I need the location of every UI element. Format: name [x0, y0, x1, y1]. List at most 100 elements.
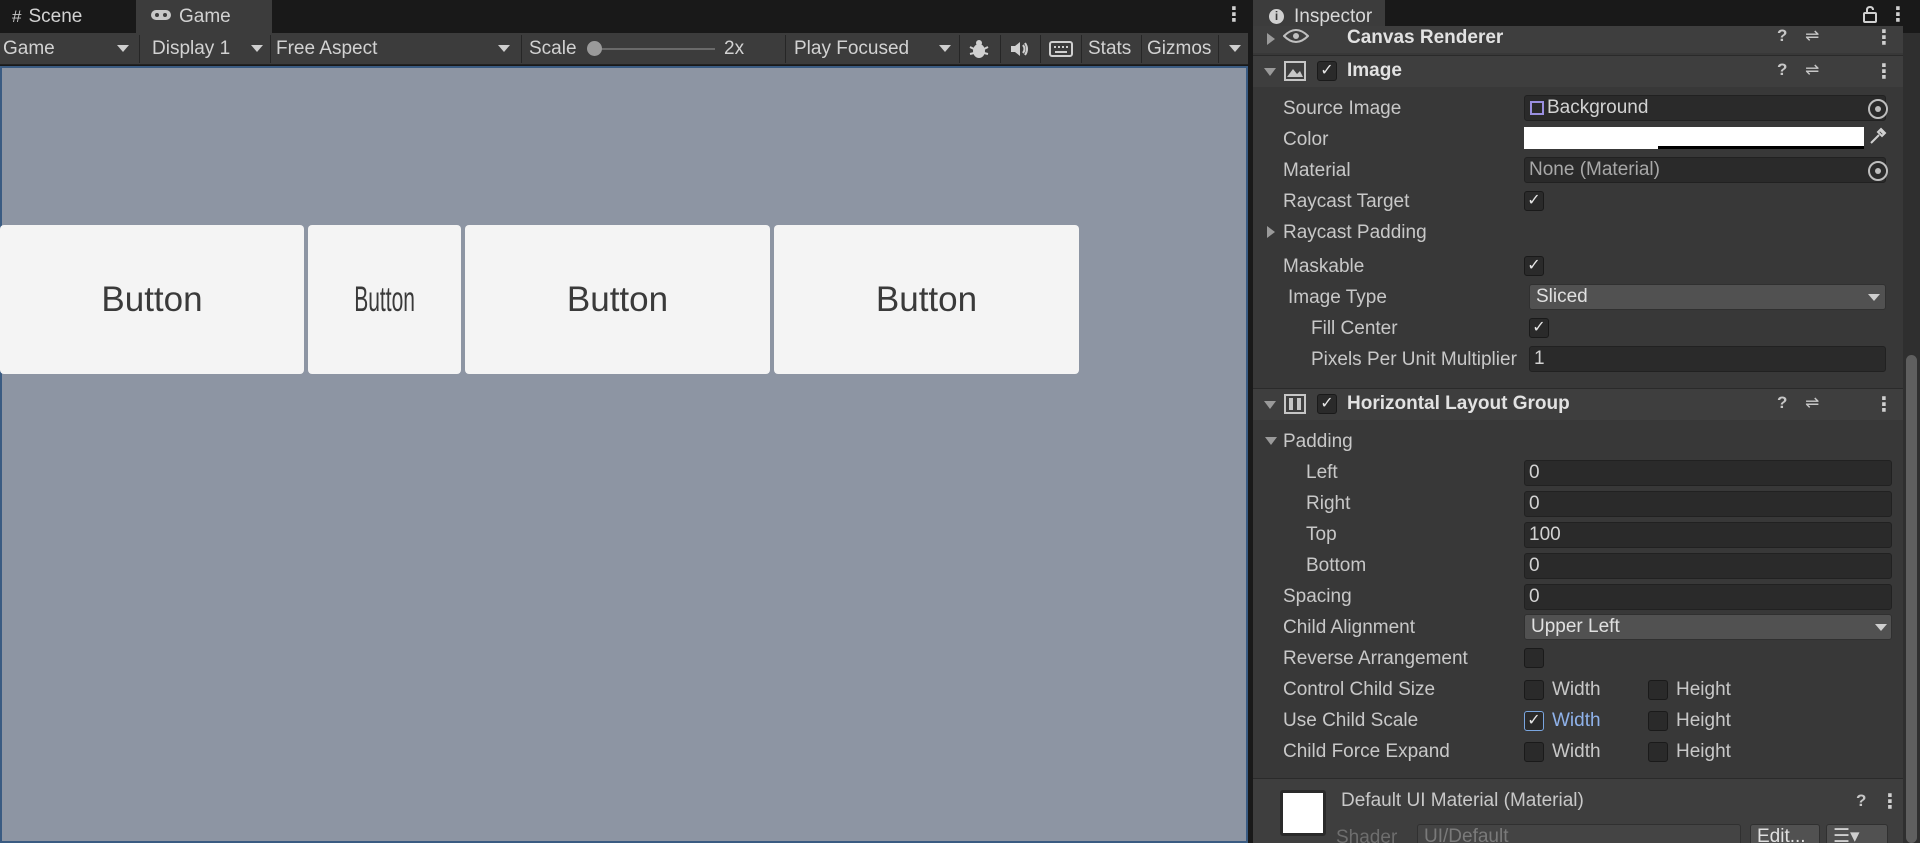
material-options-button[interactable]: ☰▾ [1826, 824, 1888, 843]
sprite-icon [1530, 101, 1544, 115]
reverse-arrangement-label: Reverse Arrangement [1283, 648, 1468, 669]
shader-dropdown[interactable]: UI/Default [1417, 824, 1741, 843]
tab-scene[interactable]: # Scene [0, 0, 136, 33]
scale-value-text: 2x [724, 37, 745, 59]
edit-shader-label: Edit... [1757, 826, 1806, 843]
tab-game[interactable]: Game [136, 0, 272, 33]
raycast-padding-label[interactable]: Raycast Padding [1283, 222, 1427, 244]
help-icon[interactable]: ? [1777, 26, 1787, 46]
toolbar-divider [1141, 35, 1142, 63]
raycast-padding-arrow-icon[interactable] [1267, 226, 1275, 238]
source-image-field[interactable]: Background [1524, 95, 1886, 121]
toolbar-divider [270, 35, 271, 63]
game-button-3-label: Button [566, 279, 669, 319]
hlg-enabled-checkbox[interactable]: ✓ [1317, 394, 1337, 414]
game-button-1[interactable]: Button [0, 225, 304, 374]
padding-top-label: Top [1306, 524, 1337, 545]
scale-slider-handle[interactable] [587, 41, 602, 56]
inspector-scrollbar-thumb[interactable] [1906, 355, 1917, 843]
collapse-arrow-icon[interactable] [1264, 401, 1276, 409]
game-dropdown-caret-icon [117, 45, 129, 52]
object-picker-icon[interactable] [1868, 99, 1888, 119]
gizmos-button[interactable]: Gizmos [1147, 33, 1211, 64]
child-force-expand-height-checkbox[interactable] [1648, 742, 1668, 762]
game-viewport[interactable]: Button Button Button Button [0, 66, 1248, 843]
control-child-size-width-checkbox[interactable] [1524, 680, 1544, 700]
component-menu-icon[interactable]: ⋮ [1874, 62, 1894, 82]
aspect-dropdown[interactable]: Free Aspect [276, 33, 377, 64]
padding-top-field[interactable]: 100 [1524, 522, 1892, 548]
expand-arrow-icon[interactable] [1267, 33, 1275, 45]
toolbar-divider [521, 35, 522, 63]
view-more-menu-icon[interactable]: ⋮ [1224, 5, 1244, 25]
component-menu-icon[interactable]: ⋮ [1880, 792, 1900, 812]
presets-icon[interactable]: ⇌ [1805, 26, 1819, 46]
display-dropdown[interactable]: Display 1 [152, 33, 230, 64]
child-alignment-dropdown[interactable]: Upper Left [1524, 614, 1892, 640]
component-menu-icon[interactable]: ⋮ [1874, 395, 1894, 415]
object-picker-icon[interactable] [1868, 161, 1888, 181]
canvas-renderer-header[interactable]: Canvas Renderer ? ⇌ ⋮ [1253, 26, 1903, 53]
padding-collapse-arrow-icon[interactable] [1265, 437, 1277, 445]
play-mode-dropdown[interactable]: Play Focused [794, 33, 909, 64]
game-button-3[interactable]: Button [465, 225, 770, 374]
material-value: None (Material) [1529, 159, 1660, 180]
material-title: Default UI Material (Material) [1341, 790, 1584, 811]
view-tab-bar: # Scene Game ⋮ [0, 0, 1253, 33]
bug-icon[interactable] [966, 33, 992, 64]
audio-icon[interactable] [1007, 33, 1033, 64]
game-dropdown[interactable]: Game [3, 33, 55, 64]
help-icon[interactable]: ? [1856, 791, 1866, 811]
presets-icon[interactable]: ⇌ [1805, 393, 1819, 413]
scale-label: Scale [529, 33, 577, 64]
image-component-header[interactable]: ✓ Image ? ⇌ ⋮ [1253, 55, 1903, 87]
keyboard-icon[interactable] [1047, 33, 1075, 64]
image-enabled-checkbox[interactable]: ✓ [1317, 61, 1337, 81]
material-field[interactable]: None (Material) [1524, 157, 1886, 183]
gamepad-icon [150, 7, 172, 27]
stats-button[interactable]: Stats [1088, 33, 1131, 64]
help-icon[interactable]: ? [1777, 60, 1787, 80]
scale-slider-track[interactable] [590, 48, 715, 50]
help-icon[interactable]: ? [1777, 393, 1787, 413]
image-type-dropdown[interactable]: Sliced [1529, 284, 1886, 310]
component-menu-icon[interactable]: ⋮ [1874, 28, 1894, 48]
use-child-scale-width-label: Width [1552, 710, 1601, 731]
raycast-target-checkbox[interactable]: ✓ [1524, 191, 1544, 211]
gizmos-dropdown-caret-icon[interactable] [1229, 45, 1241, 52]
presets-icon[interactable]: ⇌ [1805, 60, 1819, 80]
padding-left-label: Left [1306, 462, 1338, 483]
padding-label[interactable]: Padding [1283, 431, 1353, 453]
edit-shader-button[interactable]: Edit... [1750, 824, 1820, 843]
horizontal-layout-icon [1284, 394, 1306, 419]
child-force-expand-width-checkbox[interactable] [1524, 742, 1544, 762]
use-child-scale-height-checkbox[interactable] [1648, 711, 1668, 731]
toolbar-divider [785, 35, 786, 63]
toolbar-divider [1218, 35, 1219, 63]
control-child-size-height-checkbox[interactable] [1648, 680, 1668, 700]
reverse-arrangement-checkbox[interactable] [1524, 648, 1544, 668]
ppu-multiplier-field[interactable]: 1 [1529, 346, 1886, 372]
chevron-down-icon [1875, 624, 1887, 631]
tab-game-label: Game [179, 5, 231, 27]
padding-bottom-label: Bottom [1306, 555, 1367, 576]
spacing-field[interactable]: 0 [1524, 584, 1892, 610]
padding-bottom-field[interactable]: 0 [1524, 553, 1892, 579]
game-button-2[interactable]: Button [308, 225, 461, 374]
padding-top-value: 100 [1529, 524, 1561, 545]
toolbar-divider [139, 35, 140, 63]
use-child-scale-width-checkbox[interactable]: ✓ [1524, 711, 1544, 731]
inspector-more-menu-icon[interactable]: ⋮ [1888, 5, 1908, 25]
maskable-checkbox[interactable]: ✓ [1524, 256, 1544, 276]
padding-left-field[interactable]: 0 [1524, 460, 1892, 486]
source-image-value: Background [1547, 97, 1649, 118]
game-button-4[interactable]: Button [774, 225, 1079, 374]
eyedropper-icon[interactable] [1869, 127, 1887, 150]
stats-label: Stats [1088, 37, 1132, 59]
fill-center-checkbox[interactable]: ✓ [1529, 318, 1549, 338]
padding-right-field[interactable]: 0 [1524, 491, 1892, 517]
hlg-component-header[interactable]: ✓ Horizontal Layout Group ? ⇌ ⋮ [1253, 388, 1903, 420]
collapse-arrow-icon[interactable] [1264, 68, 1276, 76]
play-mode-caret-icon [939, 45, 951, 52]
lock-icon[interactable] [1863, 5, 1877, 28]
